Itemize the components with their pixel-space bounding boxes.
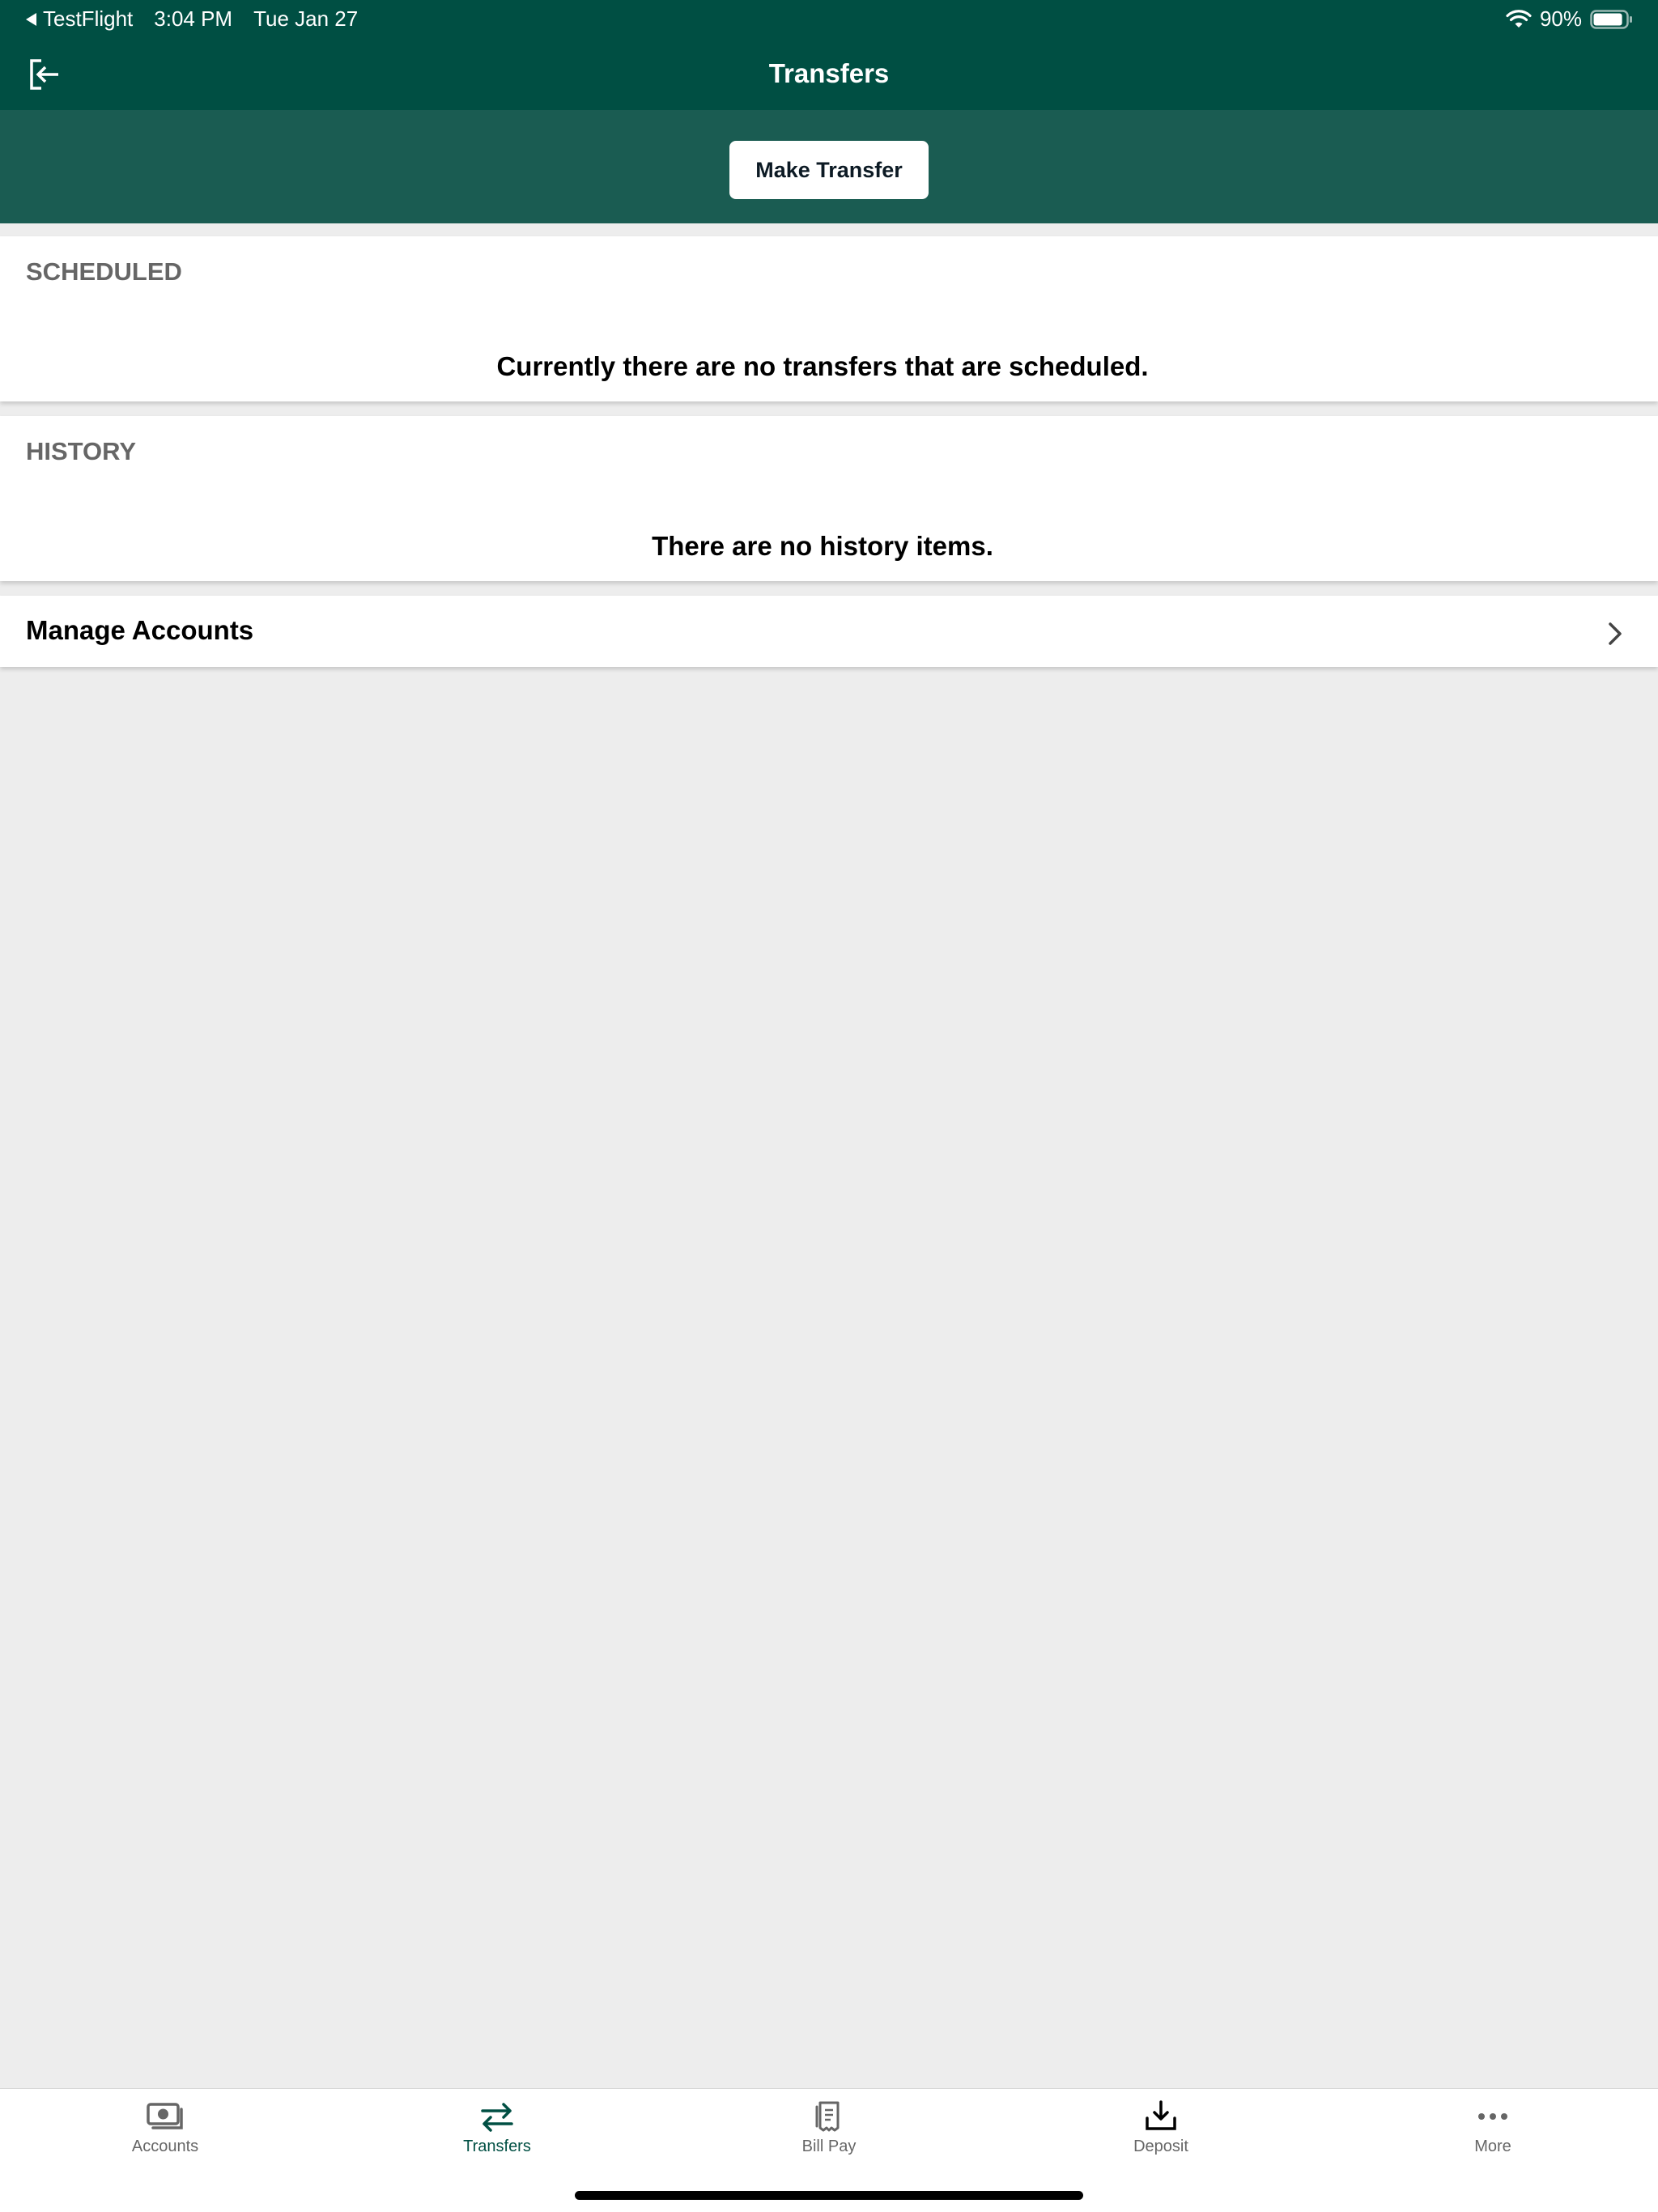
status-date: Tue Jan 27 <box>253 6 359 31</box>
tab-bill-pay[interactable]: Bill Pay <box>748 2100 910 2156</box>
status-right: 90% <box>1506 6 1634 32</box>
back-app-label: TestFlight <box>43 6 134 31</box>
tab-deposit-label: Deposit <box>1133 2138 1188 2155</box>
tab-transfers[interactable]: Transfers <box>416 2100 578 2156</box>
history-section: HISTORY There are no history items. <box>0 416 1658 581</box>
more-dots-icon <box>1478 2113 1507 2120</box>
scheduled-section: SCHEDULED Currently there are no transfe… <box>0 236 1658 401</box>
cash-icon <box>147 2103 183 2129</box>
download-tray-icon <box>1146 2100 1176 2130</box>
transfer-arrows-icon <box>481 2103 513 2132</box>
scheduled-empty-message: Currently there are no transfers that ar… <box>496 351 1149 381</box>
home-indicator <box>575 2191 1083 2200</box>
back-to-app-link[interactable]: TestFlight <box>26 6 133 32</box>
history-empty-message: There are no history items. <box>652 531 993 561</box>
wifi-icon <box>1506 9 1532 28</box>
status-time: 3:04 PM <box>154 6 233 31</box>
make-transfer-button[interactable]: Make Transfer <box>729 141 929 199</box>
status-bar: TestFlight 3:04 PM Tue Jan 27 90% <box>0 0 1658 39</box>
page-title: Transfers <box>768 58 890 88</box>
tab-accounts-label: Accounts <box>131 2138 199 2155</box>
navigation-bar: Transfers <box>0 39 1658 110</box>
manage-accounts-row[interactable]: Manage Accounts <box>0 596 1658 667</box>
back-triangle-icon <box>26 12 36 26</box>
tab-deposit[interactable]: Deposit <box>1080 2100 1242 2156</box>
chevron-right-icon <box>1609 622 1622 645</box>
status-left: TestFlight 3:04 PM Tue Jan 27 <box>26 6 358 32</box>
tab-accounts[interactable]: Accounts <box>84 2100 246 2156</box>
tab-bill-pay-label: Bill Pay <box>801 2138 857 2155</box>
tab-more[interactable]: More <box>1412 2100 1574 2156</box>
scheduled-header: SCHEDULED <box>26 257 182 286</box>
action-band: Make Transfer <box>0 110 1658 223</box>
receipt-icon <box>815 2101 840 2132</box>
history-header: HISTORY <box>26 437 137 465</box>
battery-percent: 90% <box>1539 6 1582 31</box>
tab-more-label: More <box>1474 2138 1511 2155</box>
manage-accounts-label: Manage Accounts <box>26 615 254 645</box>
tab-transfers-label: Transfers <box>463 2138 531 2155</box>
battery-icon <box>1590 9 1632 29</box>
